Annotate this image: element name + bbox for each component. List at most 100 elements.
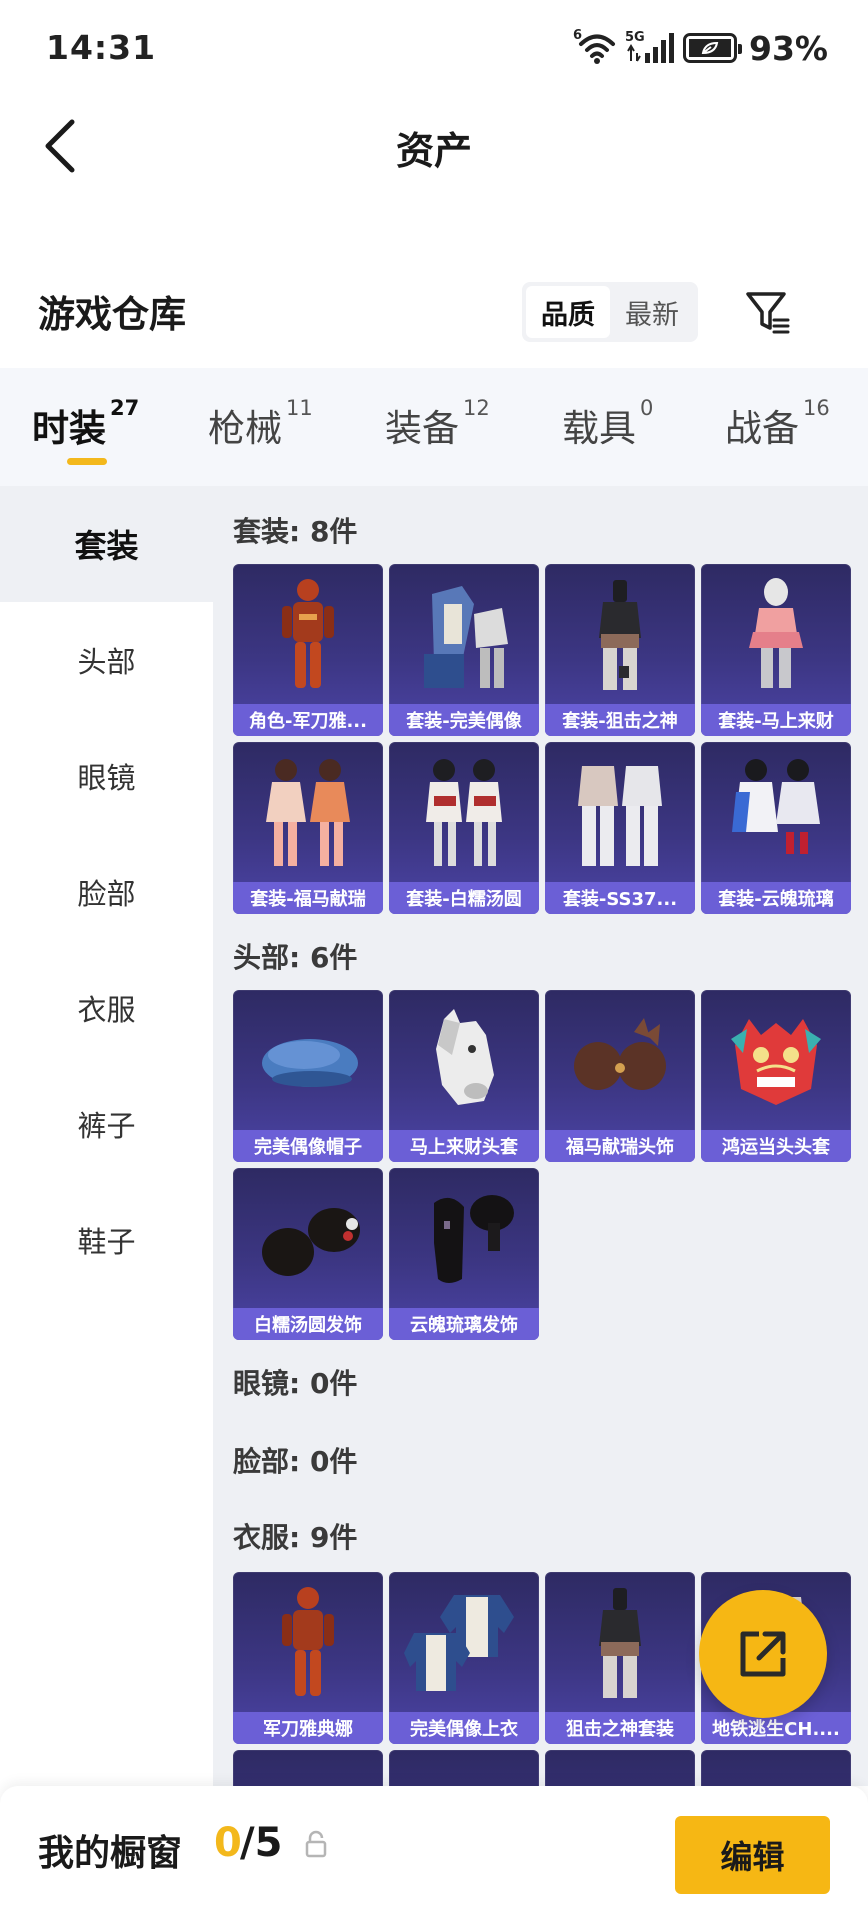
item-tile[interactable]: 套装-福马献瑞 bbox=[233, 742, 383, 914]
tab-count: 12 bbox=[463, 396, 490, 420]
status-bar: 14:31 6 5G 93% bbox=[0, 0, 868, 96]
sidebar-item-clothes[interactable]: 衣服 bbox=[0, 950, 213, 1066]
tab-supplies[interactable]: 战备 16 bbox=[725, 396, 830, 452]
battery-icon bbox=[683, 33, 742, 63]
tab-guns[interactable]: 枪械 11 bbox=[208, 396, 313, 452]
item-tile[interactable]: 套装-SS37... bbox=[545, 742, 695, 914]
outfit-armor-icon bbox=[233, 564, 383, 704]
item-name: 套装-云魄琉璃 bbox=[701, 882, 851, 914]
tab-equipment[interactable]: 装备 12 bbox=[385, 396, 490, 452]
network-type: 5G bbox=[625, 30, 645, 45]
wifi-icon: 6 bbox=[573, 29, 617, 65]
clothing-icon bbox=[701, 1750, 851, 1786]
share-button[interactable] bbox=[699, 1590, 827, 1718]
category-tabs: 时装 27 枪械 11 装备 12 载具 0 战备 16 bbox=[0, 368, 868, 486]
tab-count: 11 bbox=[286, 396, 313, 420]
tab-label: 装备 bbox=[385, 407, 459, 450]
item-name: 鸿运当头头套 bbox=[701, 1130, 851, 1162]
sniper-outfit-icon bbox=[545, 1572, 695, 1712]
sort-quality[interactable]: 品质 bbox=[526, 286, 610, 338]
item-name: 套装-白糯汤圆 bbox=[389, 882, 539, 914]
item-tile[interactable]: 角色-军刀雅... bbox=[233, 564, 383, 736]
section-title-suits: 套装: 8件 bbox=[233, 515, 358, 548]
item-tile[interactable]: 军刀雅典娜 bbox=[233, 1572, 383, 1744]
clothing-icon bbox=[233, 1750, 383, 1786]
beret-icon bbox=[233, 990, 383, 1130]
warehouse-title: 游戏仓库 bbox=[38, 293, 186, 336]
sidebar-item-suits[interactable]: 套装 bbox=[0, 486, 213, 602]
edit-button[interactable]: 编辑 bbox=[675, 1816, 830, 1894]
outfit-idol-icon bbox=[389, 564, 539, 704]
item-tile[interactable]: 马上来财头套 bbox=[389, 990, 539, 1162]
item-tile[interactable]: 云魄琉璃发饰 bbox=[389, 1168, 539, 1340]
item-tile[interactable]: 套装-马上来财 bbox=[701, 564, 851, 736]
item-name: 云魄琉璃发饰 bbox=[389, 1308, 539, 1340]
warehouse-header: 游戏仓库 品质 最新 bbox=[0, 270, 868, 350]
sidebar-item-pants[interactable]: 裤子 bbox=[0, 1066, 213, 1182]
sidebar-item-shoes[interactable]: 鞋子 bbox=[0, 1182, 213, 1298]
outfit-fortune-horse-icon bbox=[233, 742, 383, 882]
outfit-ss37-icon bbox=[545, 742, 695, 882]
item-name: 角色-军刀雅... bbox=[233, 704, 383, 736]
tab-count: 27 bbox=[110, 396, 140, 420]
sidebar-item-glasses[interactable]: 眼镜 bbox=[0, 718, 213, 834]
sort-newest[interactable]: 最新 bbox=[610, 286, 694, 338]
cell-signal-icon: 5G bbox=[625, 31, 675, 65]
tab-count: 0 bbox=[640, 396, 654, 420]
sidebar-item-head[interactable]: 头部 bbox=[0, 602, 213, 718]
outfit-horse-icon bbox=[701, 564, 851, 704]
tab-fashion[interactable]: 时装 27 bbox=[32, 396, 140, 452]
horse-ears-hairpiece-icon bbox=[545, 990, 695, 1130]
item-tile[interactable]: 完美偶像上衣 bbox=[389, 1572, 539, 1744]
item-tile[interactable] bbox=[701, 1750, 851, 1786]
bottom-bar: 我的橱窗 0 /5 编辑 bbox=[0, 1786, 868, 1920]
armor-outfit-icon bbox=[233, 1572, 383, 1712]
outfit-rice-ball-icon bbox=[389, 742, 539, 882]
tab-label: 战备 bbox=[725, 407, 799, 450]
lock-icon bbox=[305, 1830, 327, 1858]
filter-button[interactable] bbox=[740, 284, 796, 340]
tab-label: 枪械 bbox=[208, 407, 282, 450]
section-title-face: 脸部: 0件 bbox=[233, 1445, 358, 1478]
section-title-clothes: 衣服: 9件 bbox=[233, 1521, 358, 1554]
item-name: 套装-马上来财 bbox=[701, 704, 851, 736]
sidebar-item-face[interactable]: 脸部 bbox=[0, 834, 213, 950]
item-name: 完美偶像帽子 bbox=[233, 1130, 383, 1162]
item-tile[interactable]: 套装-完美偶像 bbox=[389, 564, 539, 736]
outfit-sniper-icon bbox=[545, 564, 695, 704]
item-tile[interactable]: 福马献瑞头饰 bbox=[545, 990, 695, 1162]
item-name: 白糯汤圆发饰 bbox=[233, 1308, 383, 1340]
item-tile[interactable]: 狙击之神套装 bbox=[545, 1572, 695, 1744]
sort-toggle: 品质 最新 bbox=[522, 282, 698, 342]
item-tile[interactable] bbox=[389, 1750, 539, 1786]
tab-vehicles[interactable]: 载具 0 bbox=[562, 396, 654, 452]
item-tile[interactable]: 套装-白糯汤圆 bbox=[389, 742, 539, 914]
item-tile[interactable]: 套装-云魄琉璃 bbox=[701, 742, 851, 914]
item-name: 军刀雅典娜 bbox=[233, 1712, 383, 1744]
tab-label: 时装 bbox=[32, 407, 106, 450]
item-tile[interactable] bbox=[545, 1750, 695, 1786]
long-hair-icon bbox=[389, 1168, 539, 1308]
section-title-head: 头部: 6件 bbox=[233, 941, 358, 974]
item-name: 套装-福马献瑞 bbox=[233, 882, 383, 914]
showcase-label: 我的橱窗 bbox=[38, 1833, 183, 1874]
sidebar: 套装 头部 眼镜 脸部 衣服 裤子 鞋子 bbox=[0, 486, 213, 1786]
hair-bun-icon bbox=[233, 1168, 383, 1308]
item-tile[interactable]: 完美偶像帽子 bbox=[233, 990, 383, 1162]
outfit-cloud-glass-icon bbox=[701, 742, 851, 882]
section-title-glasses: 眼镜: 0件 bbox=[233, 1367, 358, 1400]
item-tile[interactable]: 白糯汤圆发饰 bbox=[233, 1168, 383, 1340]
item-name: 完美偶像上衣 bbox=[389, 1712, 539, 1744]
item-name: 地铁逃生CH.... bbox=[701, 1712, 851, 1744]
item-tile[interactable]: 套装-狙击之神 bbox=[545, 564, 695, 736]
item-tile[interactable]: 鸿运当头头套 bbox=[701, 990, 851, 1162]
filter-icon bbox=[746, 292, 790, 334]
item-name: 福马献瑞头饰 bbox=[545, 1130, 695, 1162]
showcase-max-count: /5 bbox=[240, 1820, 283, 1866]
item-name: 套装-SS37... bbox=[545, 882, 695, 914]
item-tile[interactable] bbox=[233, 1750, 383, 1786]
wifi-badge: 6 bbox=[573, 28, 583, 43]
item-name: 狙击之神套装 bbox=[545, 1712, 695, 1744]
status-icons: 6 5G 93% bbox=[573, 28, 828, 68]
item-name: 套装-完美偶像 bbox=[389, 704, 539, 736]
